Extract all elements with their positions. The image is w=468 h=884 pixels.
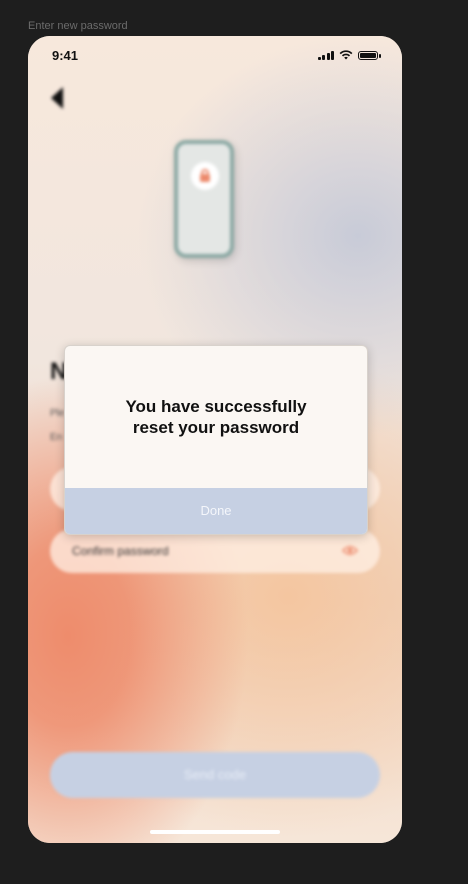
frame-label: Enter new password <box>28 20 128 32</box>
phone-screen: 9:41 N Ple En Confirm password Send code… <box>28 36 402 843</box>
page-description-line2: En <box>50 432 63 443</box>
dialog-message-line2: reset your password <box>132 418 300 437</box>
page-description-line1: Ple <box>50 408 65 419</box>
confirm-password-field[interactable]: Confirm password <box>50 529 380 573</box>
home-indicator <box>150 830 280 834</box>
lock-icon <box>191 162 219 190</box>
phone-illustration <box>174 140 234 258</box>
send-code-button[interactable]: Send code <box>50 752 380 798</box>
success-dialog: You have successfully reset your passwor… <box>64 345 368 535</box>
dialog-message: You have successfully reset your passwor… <box>85 396 347 438</box>
dialog-message-line1: You have successfully <box>125 397 307 416</box>
eye-icon[interactable] <box>342 545 358 556</box>
confirm-password-placeholder: Confirm password <box>72 544 169 558</box>
done-button[interactable]: Done <box>65 488 367 534</box>
back-arrow-icon[interactable] <box>48 86 66 110</box>
